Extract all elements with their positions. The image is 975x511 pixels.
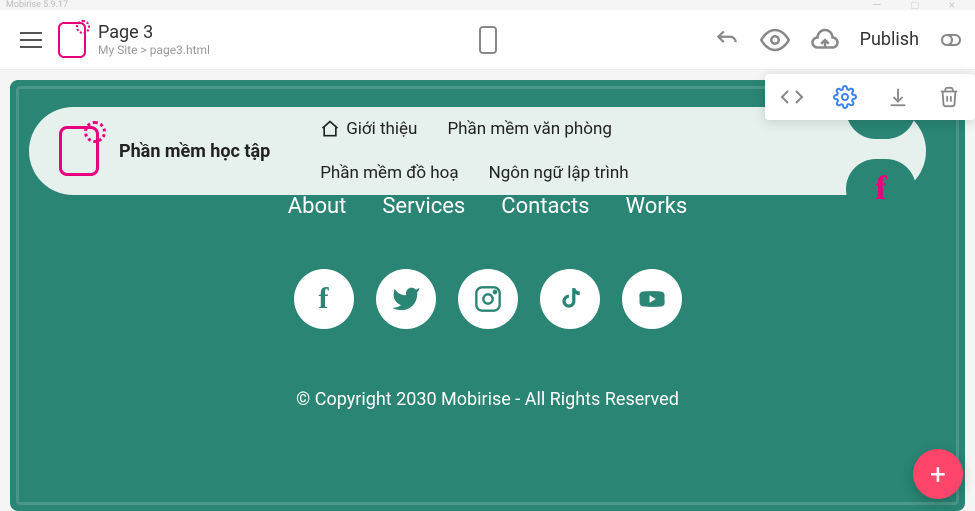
canvas-area: Phần mềm học tập Giới thiệu Phần mềm văn… [0, 70, 975, 511]
site-brand[interactable]: Phần mềm học tập [119, 141, 270, 162]
facebook-pill[interactable]: f [846, 159, 916, 219]
home-icon [320, 119, 340, 139]
site-logo-icon[interactable] [59, 126, 99, 176]
nav-item-label: Ngôn ngữ lập trình [489, 163, 629, 183]
footer-link-contacts[interactable]: Contacts [501, 194, 589, 219]
youtube-icon [637, 284, 667, 314]
tiktok-icon [557, 286, 583, 312]
plus-icon: + [930, 458, 946, 491]
device-preview-button[interactable] [479, 26, 497, 54]
element-toolbar [765, 74, 975, 120]
preview-button[interactable] [760, 25, 790, 55]
upload-button[interactable] [810, 25, 840, 55]
twitter-icon [391, 284, 421, 314]
canvas-inner: Phần mềm học tập Giới thiệu Phần mềm văn… [16, 86, 959, 505]
nav-bar[interactable]: Phần mềm học tập Giới thiệu Phần mềm văn… [29, 107, 926, 195]
nav-item-label: Giới thiệu [346, 119, 417, 139]
settings-button[interactable] [829, 81, 861, 113]
nav-item-label: Phần mềm đồ hoạ [320, 163, 458, 183]
footer-links: About Services Contacts Works [19, 194, 956, 219]
facebook-icon: f [875, 170, 886, 208]
nav-item-label: Phần mềm văn phòng [447, 119, 612, 139]
window-minimize[interactable]: — [872, 0, 881, 12]
facebook-icon: f [319, 282, 329, 316]
footer-link-works[interactable]: Works [626, 194, 688, 219]
social-tiktok[interactable] [540, 269, 600, 329]
window-close[interactable]: × [949, 0, 955, 12]
social-instagram[interactable] [458, 269, 518, 329]
window-controls: — □ × [872, 0, 975, 12]
app-title-bar: Mobirise 5.9.17 — □ × [0, 0, 975, 10]
social-youtube[interactable] [622, 269, 682, 329]
app-title: Mobirise 5.9.17 [6, 0, 68, 10]
nav-item-home[interactable]: Giới thiệu [320, 107, 417, 151]
breadcrumb[interactable]: My Site > page3.html [98, 43, 210, 57]
page-info: Page 3 My Site > page3.html [98, 22, 210, 57]
nav-item-graphics[interactable]: Phần mềm đồ hoạ [320, 151, 458, 195]
nav-item-office[interactable]: Phần mềm văn phòng [447, 107, 612, 151]
undo-button[interactable] [714, 27, 740, 53]
nav-item-programming[interactable]: Ngôn ngữ lập trình [489, 151, 629, 195]
page-canvas[interactable]: Phần mềm học tập Giới thiệu Phần mềm văn… [10, 80, 965, 511]
download-button[interactable] [883, 82, 913, 112]
menu-button[interactable] [12, 24, 50, 56]
page-title[interactable]: Page 3 [98, 22, 210, 43]
instagram-icon [474, 285, 502, 313]
copyright-text: © Copyright 2030 Mobirise - All Rights R… [19, 389, 956, 410]
footer-link-about[interactable]: About [288, 194, 347, 219]
app-header: Page 3 My Site > page3.html Publish [0, 10, 975, 70]
footer-link-services[interactable]: Services [382, 194, 465, 219]
social-row: f [19, 269, 956, 329]
mobile-icon [479, 26, 497, 54]
code-button[interactable] [776, 81, 808, 113]
toggle-button[interactable] [939, 28, 963, 52]
window-maximize[interactable]: □ [911, 0, 918, 12]
header-right: Publish [714, 25, 963, 55]
social-twitter[interactable] [376, 269, 436, 329]
nav-menu: Giới thiệu Phần mềm văn phòng Phần mềm đ… [320, 107, 720, 195]
add-block-button[interactable]: + [913, 449, 963, 499]
publish-button[interactable]: Publish [860, 29, 919, 50]
app-logo-icon[interactable] [58, 22, 86, 58]
delete-button[interactable] [934, 82, 964, 112]
social-facebook[interactable]: f [294, 269, 354, 329]
